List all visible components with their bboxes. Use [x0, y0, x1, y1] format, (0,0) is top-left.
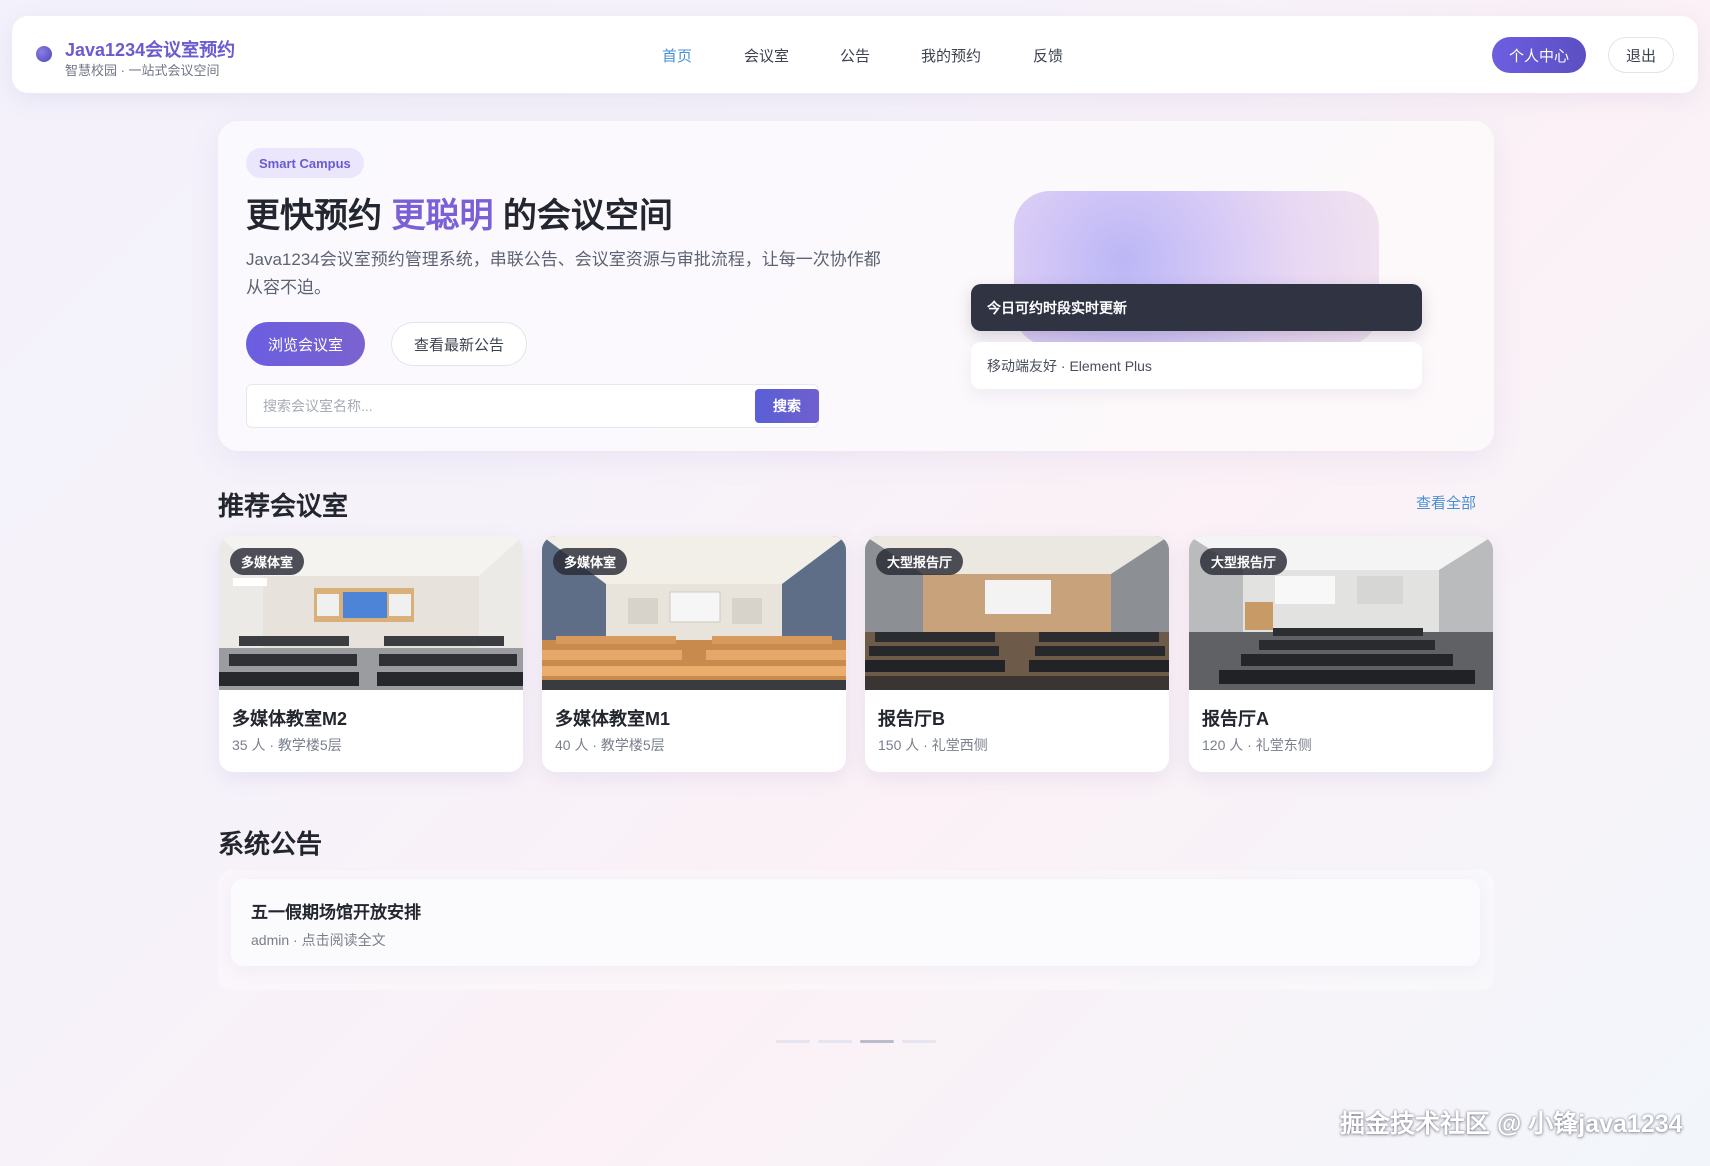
hero-title-suffix: 的会议空间 [502, 197, 673, 235]
mobile-friendly-card: 移动端友好 · Element Plus [971, 342, 1422, 389]
notice-meta: admin · 点击阅读全文 [251, 932, 386, 948]
room-name: 报告厅B [878, 709, 945, 729]
room-name: 多媒体教室M2 [232, 709, 348, 729]
profile-button[interactable]: 个人中心 [1492, 37, 1586, 73]
brand-subtitle: 智慧校园 · 一站式会议空间 [65, 63, 220, 78]
search-input[interactable] [247, 385, 755, 427]
pagination-dots [776, 1040, 936, 1043]
browse-rooms-button[interactable]: 浏览会议室 [246, 322, 365, 366]
room-meta: 35 人 · 教学楼5层 [232, 737, 342, 753]
nav-feedback[interactable]: 反馈 [1033, 45, 1063, 66]
page-dot[interactable] [818, 1040, 852, 1043]
room-name: 多媒体教室M1 [555, 709, 671, 729]
watermark: 掘金技术社区 @ 小锋java1234 [1340, 1110, 1683, 1138]
nav-rooms[interactable]: 会议室 [744, 45, 789, 66]
nav-notices[interactable]: 公告 [840, 45, 870, 66]
notices-section-title: 系统公告 [218, 829, 323, 859]
logout-button[interactable]: 退出 [1608, 37, 1674, 73]
realtime-status-card: 今日可约时段实时更新 [971, 284, 1422, 331]
logo-icon [36, 46, 52, 62]
hero-description: Java1234会议室预约管理系统，串联公告、会议室资源与审批流程，让每一次协作… [246, 250, 881, 297]
room-meta: 40 人 · 教学楼5层 [555, 737, 665, 753]
hero-badge: Smart Campus [246, 148, 364, 178]
hero-title: 更快预约 更聪明 的会议空间 [246, 188, 673, 237]
nav-my-bookings[interactable]: 我的预约 [921, 45, 981, 66]
room-type-tag: 大型报告厅 [876, 548, 964, 575]
hero-title-prefix: 更快预约 [246, 197, 382, 235]
page-dot[interactable] [776, 1040, 810, 1043]
search-button[interactable]: 搜索 [755, 389, 819, 423]
search-box: 搜索 [246, 384, 819, 428]
room-type-tag: 大型报告厅 [1200, 548, 1288, 575]
room-meta: 120 人 · 礼堂东侧 [1202, 737, 1312, 753]
room-card[interactable]: 大型报告厅 报告厅B 150 人 · 礼堂西侧 [865, 536, 1169, 772]
brand-title[interactable]: Java1234会议室预约 [65, 36, 235, 62]
room-card[interactable]: 大型报告厅 报告厅A 120 人 · 礼堂东侧 [1189, 536, 1493, 772]
rooms-section-title: 推荐会议室 [218, 491, 349, 521]
hero-title-accent: 更聪明 [391, 197, 494, 235]
room-meta: 150 人 · 礼堂西侧 [878, 737, 988, 753]
room-type-tag: 多媒体室 [230, 548, 305, 575]
page-dot-active[interactable] [860, 1040, 894, 1043]
room-card[interactable]: 多媒体室 多媒体教室M1 40 人 · 教学楼5层 [542, 536, 846, 772]
notice-title[interactable]: 五一假期场馆开放安排 [251, 898, 421, 923]
nav-home[interactable]: 首页 [662, 45, 692, 66]
room-type-tag: 多媒体室 [553, 548, 628, 575]
room-card[interactable]: 多媒体室 多媒体教室M2 35 人 · 教学楼5层 [219, 536, 523, 772]
view-all-link[interactable]: 查看全部 [1416, 492, 1476, 513]
latest-notice-button[interactable]: 查看最新公告 [391, 322, 527, 366]
page-dot[interactable] [902, 1040, 936, 1043]
room-name: 报告厅A [1202, 709, 1269, 729]
